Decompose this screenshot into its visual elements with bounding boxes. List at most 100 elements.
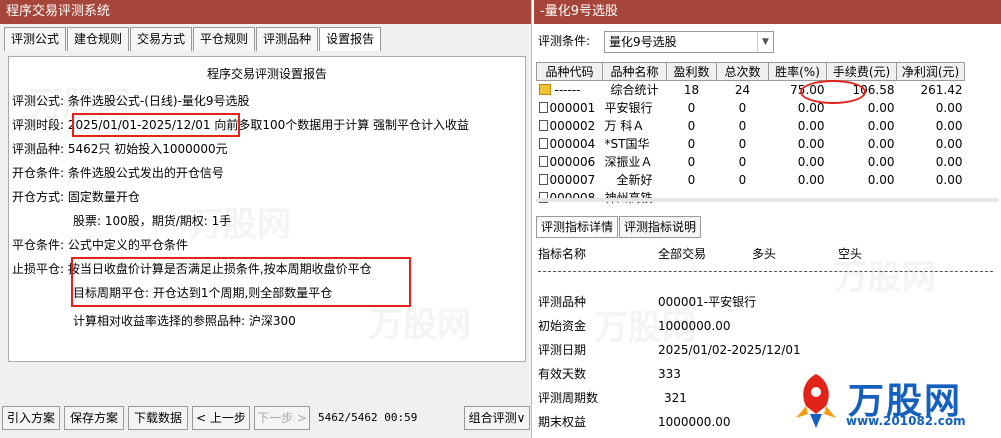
folder-icon (538, 83, 551, 95)
detail-header-metric: 指标名称 (538, 247, 587, 261)
prev-step-button[interactable]: < 上一步 (192, 406, 250, 430)
detail-value: 1000000.00 (658, 415, 731, 429)
table-header-row: 品种代码 品种名称 盈利数 总次数 胜率(%) 手续费(元) 净利润(元) (536, 62, 965, 81)
bottom-toolbar: 引入方案 保存方案 下载数据 < 上一步 下一步 > 5462/5462 00:… (2, 406, 530, 430)
cell-winrate: 0.00 (797, 118, 825, 133)
cell-code: 000006 (549, 154, 596, 169)
report-line-formula: 评测公式: 条件选股公式-(日线)-量化9号选股 (12, 94, 250, 108)
cell-code: 000002 (549, 118, 596, 133)
col-header-winrate[interactable]: 胜率(%) (768, 62, 827, 81)
cell-fee: 0.00 (867, 172, 895, 187)
condition-select-value: 量化9号选股 (609, 35, 677, 49)
settings-report-panel: 万股网 万股网 万股网 程序交易评测设置报告 评测公式: 条件选股公式-(日线)… (8, 56, 526, 362)
cell-fee: 0.00 (867, 136, 895, 151)
col-header-total[interactable]: 总次数 (716, 62, 769, 81)
document-icon (538, 155, 548, 167)
cell-code: 000004 (549, 136, 596, 151)
tab-formula[interactable]: 评测公式 (4, 27, 67, 51)
cell-code: 000001 (549, 100, 596, 115)
cell-total: 0 (738, 172, 747, 187)
table-row[interactable]: 000006 深振业Ａ 0 0 0.00 0.00 0.00 (537, 153, 965, 171)
table-row[interactable]: 000002 万 科Ａ 0 0 0.00 0.00 0.00 (537, 117, 965, 135)
detail-value: 000001-平安银行 (658, 295, 757, 309)
detail-value: 321 (664, 391, 687, 405)
cell-profit: 0.00 (935, 154, 963, 169)
cell-wins: 18 (683, 82, 700, 97)
detail-label: 初始资金 (538, 319, 587, 333)
divider (538, 271, 993, 272)
detail-label: 有效天数 (538, 367, 587, 381)
next-step-button[interactable]: 下一步 > (254, 406, 310, 430)
cell-wins: 0 (687, 118, 696, 133)
cell-total: 0 (738, 118, 747, 133)
evaluation-system-window: 程序交易评测系统 评测公式 建仓规则 交易方式 平仓规则 评测品种 设置报告 万… (0, 0, 532, 438)
tab-close-rules[interactable]: 平仓规则 (193, 27, 256, 51)
report-title: 程序交易评测设置报告 (206, 67, 327, 81)
condition-select[interactable]: 量化9号选股 ▼ (604, 31, 774, 53)
save-scheme-button[interactable]: 保存方案 (64, 406, 124, 430)
cell-wins: 0 (687, 154, 696, 169)
cell-wins: 0 (687, 136, 696, 151)
document-icon (538, 137, 548, 149)
col-header-fee[interactable]: 手续费(元) (826, 62, 897, 81)
document-icon (538, 173, 548, 185)
brand-logo: 万股网 www.201082.com (786, 370, 998, 436)
chevron-down-icon[interactable]: ▼ (757, 32, 773, 52)
cell-name: 全新好 (616, 173, 653, 187)
import-scheme-button[interactable]: 引入方案 (2, 406, 60, 430)
cell-winrate: 0.00 (797, 136, 825, 151)
cell-profit: 0.00 (935, 100, 963, 115)
results-table: 品种代码 品种名称 盈利数 总次数 胜率(%) 手续费(元) 净利润(元) --… (536, 62, 965, 207)
cell-code: ------ (554, 82, 581, 97)
cell-name: *ST国华 (604, 137, 650, 151)
cell-profit: 0.00 (935, 172, 963, 187)
col-header-wins[interactable]: 盈利数 (666, 62, 717, 81)
cell-fee: 0.00 (867, 154, 895, 169)
detail-value: 1000000.00 (658, 319, 731, 333)
cell-name: 万 科Ａ (604, 119, 645, 133)
cell-code: 000007 (549, 172, 596, 187)
report-line-benchmark: 计算相对收益率选择的参照品种: 沪深300 (73, 314, 296, 328)
detail-label: 评测周期数 (538, 391, 599, 405)
detail-label: 期末权益 (538, 415, 587, 429)
detail-label: 评测品种 (538, 295, 587, 309)
table-row[interactable]: 000004 *ST国华 0 0 0.00 0.00 0.00 (537, 135, 965, 153)
highlight-box-period (72, 113, 240, 137)
tab-instruments[interactable]: 评测品种 (256, 27, 319, 51)
detail-value: 333 (658, 367, 681, 381)
highlight-circle-winrate (800, 80, 866, 104)
table-row[interactable]: 000001 平安银行 0 0 0.00 0.00 0.00 (537, 99, 965, 117)
table-row-summary[interactable]: ------ 综合统计 18 24 75.00 106.58 261.42 (537, 81, 965, 99)
report-line-close-condition: 平仓条件: 公式中定义的平仓条件 (12, 238, 188, 252)
rocket-icon (796, 374, 836, 428)
tab-metrics-detail[interactable]: 评测指标详情 (536, 216, 619, 238)
logo-url: www.201082.com (846, 414, 966, 428)
cell-winrate: 0.00 (797, 172, 825, 187)
window-title: -量化9号选股 (534, 0, 1001, 24)
tab-metrics-description[interactable]: 评测指标说明 (619, 216, 702, 238)
cell-wins: 0 (687, 100, 696, 115)
condition-label: 评测条件: (538, 34, 591, 48)
col-header-profit[interactable]: 净利润(元) (896, 62, 965, 81)
detail-tabs: 评测指标详情 评测指标说明 (536, 216, 702, 238)
cell-total: 0 (738, 154, 747, 169)
col-header-name[interactable]: 品种名称 (602, 62, 667, 81)
horizontal-scrollbar[interactable] (536, 198, 999, 202)
detail-value: 2025/01/02-2025/12/01 (658, 343, 801, 357)
cell-profit: 261.42 (920, 82, 963, 97)
tab-settings-report[interactable]: 设置报告 (319, 27, 382, 51)
detail-label: 评测日期 (538, 343, 587, 357)
cell-winrate: 0.00 (797, 154, 825, 169)
window-title: 程序交易评测系统 (0, 0, 531, 24)
combo-evaluation-button[interactable]: 组合评测∨ (464, 406, 530, 430)
tab-build-rules[interactable]: 建仓规则 (67, 27, 130, 51)
highlight-box-stoploss (71, 257, 411, 307)
download-data-button[interactable]: 下载数据 (128, 406, 188, 430)
cell-name: 深振业Ａ (604, 155, 653, 169)
cell-name: 平安银行 (604, 101, 653, 115)
col-header-code[interactable]: 品种代码 (536, 62, 603, 81)
cell-fee: 0.00 (867, 118, 895, 133)
tab-trade-mode[interactable]: 交易方式 (130, 27, 193, 51)
table-row[interactable]: 000007 全新好 0 0 0.00 0.00 0.00 (537, 171, 965, 189)
document-icon (538, 119, 548, 131)
